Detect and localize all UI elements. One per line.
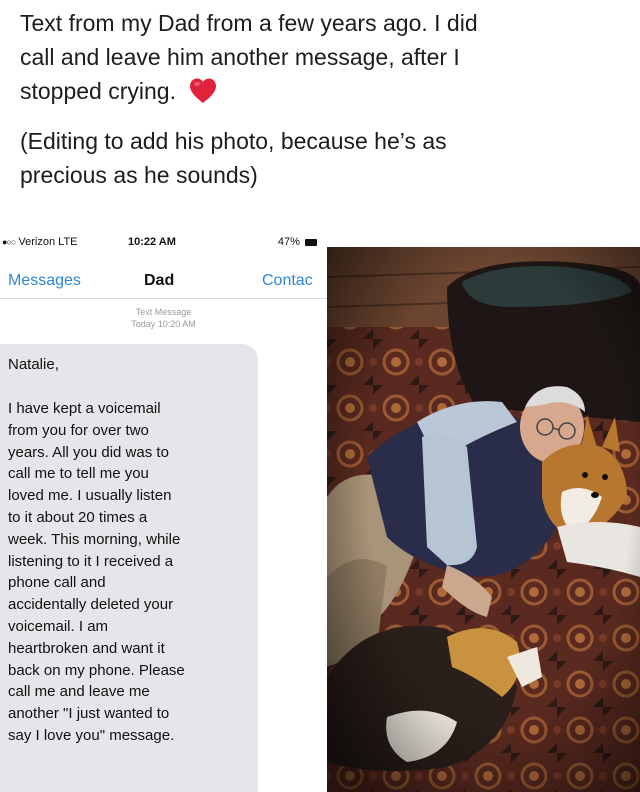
- message-line: to it about 20 times a: [8, 508, 148, 526]
- network-type: LTE: [58, 236, 78, 248]
- conversation-title: Dad: [144, 272, 175, 289]
- status-time: 10:22 AM: [128, 236, 176, 248]
- phone-screenshot: ●○○ Verizon LTE 10:22 AM 47% Messages Da…: [0, 228, 327, 792]
- caption-paragraph-2: (Editing to add his photo, because he’s …: [20, 124, 620, 192]
- signal-icon: ●○○: [2, 237, 16, 247]
- message-line: voicemail. I am: [8, 617, 109, 635]
- battery-status: 47%: [278, 236, 317, 248]
- back-to-messages-button[interactable]: Messages: [8, 272, 81, 290]
- battery-percent: 47%: [277, 236, 300, 248]
- caption-line: call and leave him another message, afte…: [20, 44, 460, 70]
- message-line: another "I just wanted to: [8, 705, 170, 723]
- message-line: years. All you did was to: [8, 443, 169, 461]
- message-timestamp: Today 10:20 AM: [131, 319, 196, 329]
- heart-icon: [190, 78, 217, 103]
- message-body: I have kept a voicemail from you for ove…: [8, 398, 256, 747]
- photo-illustration: [327, 247, 640, 792]
- message-bubble[interactable]: Natalie, I have kept a voicemail from yo…: [0, 344, 258, 792]
- nav-bar: Messages Dad Contac: [0, 268, 327, 296]
- caption-line: Text from my Dad from a few years ago. I…: [20, 10, 478, 36]
- caption-line: stopped crying.: [20, 78, 176, 104]
- message-line: loved me. I usually listen: [8, 487, 172, 505]
- message-meta: Text Message Today 10:20 AM: [0, 306, 327, 330]
- message-line: listening to it I received a: [8, 552, 174, 570]
- nav-divider: [0, 298, 327, 299]
- status-bar: ●○○ Verizon LTE 10:22 AM 47%: [0, 228, 327, 254]
- caption-line: (Editing to add his photo, because he’s …: [20, 128, 447, 154]
- carrier-info: ●○○ Verizon LTE: [2, 236, 78, 248]
- caption-line: precious as he sounds): [20, 162, 258, 188]
- carrier-name: Verizon: [18, 236, 56, 248]
- message-line: from you for over two: [8, 421, 149, 439]
- caption-paragraph-1: Text from my Dad from a few years ago. I…: [20, 6, 620, 108]
- message-greeting: Natalie,: [8, 356, 59, 373]
- message-line: call me and leave me: [8, 683, 150, 701]
- message-line: accidentally deleted your: [8, 596, 174, 614]
- dad-with-dog-photo: [327, 247, 640, 792]
- battery-icon: [305, 239, 317, 246]
- message-line: heartbroken and want it: [8, 639, 165, 657]
- message-line: call me to tell me you: [8, 465, 149, 483]
- contact-button[interactable]: Contac: [262, 272, 313, 290]
- message-line: back on my phone. Please: [8, 661, 185, 679]
- caption: Text from my Dad from a few years ago. I…: [20, 6, 620, 192]
- message-line: say I love you" message.: [8, 726, 175, 744]
- message-line: week. This morning, while: [8, 530, 181, 548]
- message-type: Text Message: [135, 307, 192, 317]
- message-line: I have kept a voicemail: [8, 400, 161, 417]
- message-line: phone call and: [8, 574, 106, 592]
